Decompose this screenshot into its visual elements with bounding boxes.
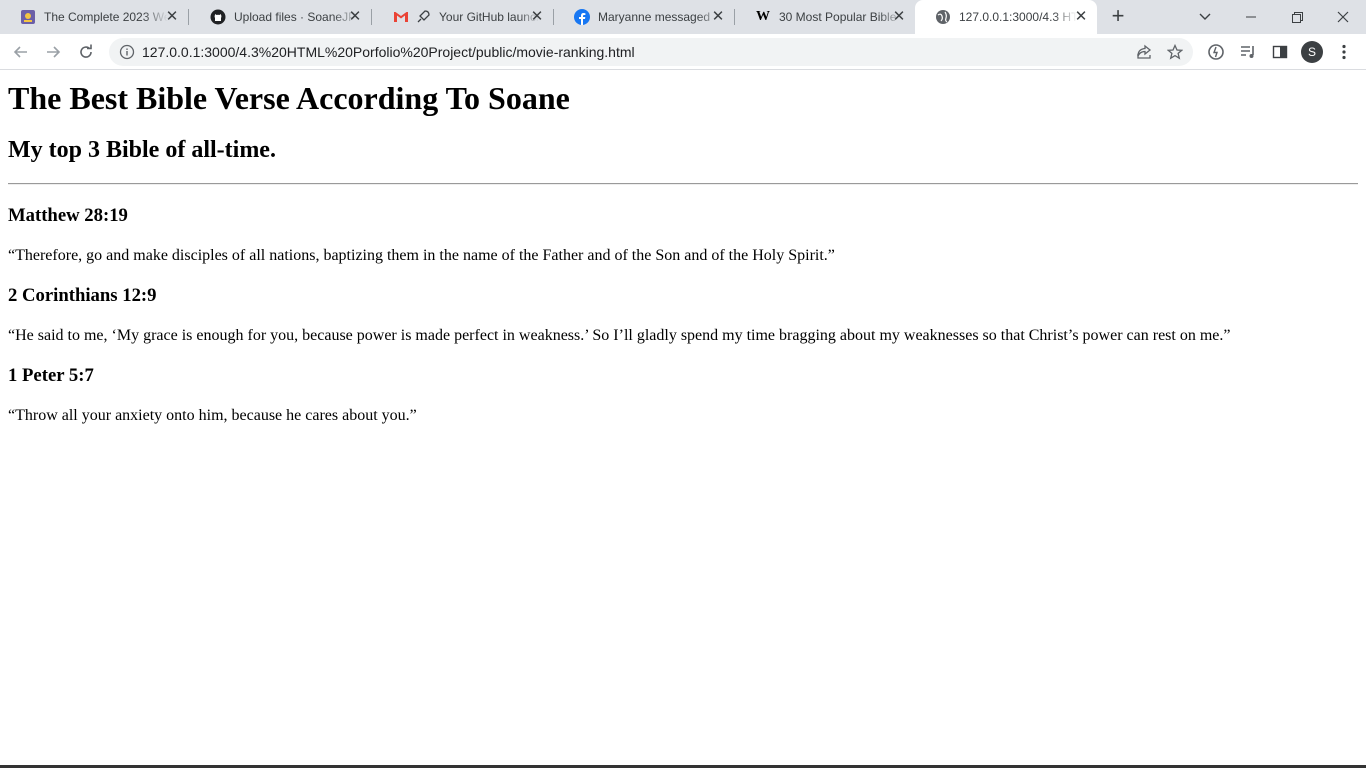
page-content: The Best Bible Verse According To Soane … xyxy=(0,71,1366,768)
tab-wikipedia[interactable]: W 30 Most Popular Bible Verses ✕ xyxy=(735,0,915,34)
page-title: The Best Bible Verse According To Soane xyxy=(8,80,570,116)
verse-reference: 2 Corinthians 12:9 xyxy=(8,285,157,306)
forward-button[interactable] xyxy=(41,40,65,64)
reload-button[interactable] xyxy=(74,40,98,64)
share-icon[interactable] xyxy=(1135,43,1153,61)
gmail-icon xyxy=(393,9,409,25)
close-icon[interactable]: ✕ xyxy=(529,9,545,25)
bookmark-star-icon[interactable] xyxy=(1166,43,1184,61)
verse-text: “He said to me, ‘My grace is enough for … xyxy=(8,327,1231,344)
tab-title: Upload files · SoaneJP xyxy=(234,10,357,24)
new-tab-button[interactable]: + xyxy=(1106,5,1130,29)
rocket-icon xyxy=(415,9,431,25)
verse-text: “Throw all your anxiety onto him, becaus… xyxy=(8,407,417,424)
window-close-button[interactable] xyxy=(1320,0,1366,34)
extension-icon[interactable] xyxy=(1206,42,1226,62)
arrow-left-icon xyxy=(13,46,27,58)
menu-kebab-icon[interactable] xyxy=(1334,42,1354,62)
side-panel-icon[interactable] xyxy=(1270,42,1290,62)
restore-button[interactable] xyxy=(1274,0,1320,34)
tab-strip: The Complete 2023 Web Development Bootca… xyxy=(0,0,1366,34)
tab-title: The Complete 2023 Web Development Bootca… xyxy=(44,10,168,24)
close-icon[interactable]: ✕ xyxy=(891,9,907,25)
tab-title: Your GitHub launch xyxy=(439,10,539,24)
close-icon xyxy=(1337,11,1349,23)
reload-icon xyxy=(80,44,92,58)
close-icon[interactable]: ✕ xyxy=(164,9,180,25)
tab-search-button[interactable] xyxy=(1182,0,1228,34)
globe-icon xyxy=(935,9,951,25)
github-icon xyxy=(210,9,226,25)
media-playlist-icon[interactable] xyxy=(1238,42,1258,62)
course-icon xyxy=(20,9,36,25)
restore-icon xyxy=(1291,11,1303,23)
page-subtitle: My top 3 Bible of all-time. xyxy=(8,137,276,163)
chevron-down-icon xyxy=(1199,13,1211,20)
tab-local-page[interactable]: 127.0.0.1:3000/4.3 HTML ✕ xyxy=(915,0,1097,34)
close-icon[interactable]: ✕ xyxy=(1073,9,1089,25)
address-bar[interactable]: 127.0.0.1:3000/4.3%20HTML%20Porfolio%20P… xyxy=(109,38,1193,66)
arrow-right-icon xyxy=(47,46,61,58)
tab-facebook[interactable]: Maryanne messaged ✕ xyxy=(554,0,735,34)
verse-reference: Matthew 28:19 xyxy=(8,205,128,226)
tab-course[interactable]: The Complete 2023 Web Development Bootca… xyxy=(0,0,189,34)
tab-separator xyxy=(371,9,372,25)
tab-title: Maryanne messaged xyxy=(598,10,711,24)
minimize-icon xyxy=(1246,16,1256,18)
tab-title: 30 Most Popular Bible Verses xyxy=(779,10,903,24)
browser-toolbar: 127.0.0.1:3000/4.3%20HTML%20Porfolio%20P… xyxy=(0,34,1366,70)
back-button[interactable] xyxy=(9,40,33,64)
profile-avatar[interactable]: S xyxy=(1301,41,1323,63)
address-url: 127.0.0.1:3000/4.3%20HTML%20Porfolio%20P… xyxy=(142,44,635,60)
minimize-button[interactable] xyxy=(1228,0,1274,34)
verse-reference: 1 Peter 5:7 xyxy=(8,365,94,386)
close-icon[interactable]: ✕ xyxy=(347,9,363,25)
tab-gmail[interactable]: Your GitHub launch ✕ xyxy=(373,0,554,34)
tab-separator xyxy=(188,9,189,25)
tab-github[interactable]: Upload files · SoaneJP ✕ xyxy=(190,0,372,34)
tab-title: 127.0.0.1:3000/4.3 HTML xyxy=(959,10,1077,24)
info-icon[interactable] xyxy=(119,44,135,60)
close-icon[interactable]: ✕ xyxy=(710,9,726,25)
wikipedia-icon: W xyxy=(756,9,770,24)
divider xyxy=(8,183,1358,185)
facebook-icon xyxy=(574,9,590,25)
verse-text: “Therefore, go and make disciples of all… xyxy=(8,247,835,264)
